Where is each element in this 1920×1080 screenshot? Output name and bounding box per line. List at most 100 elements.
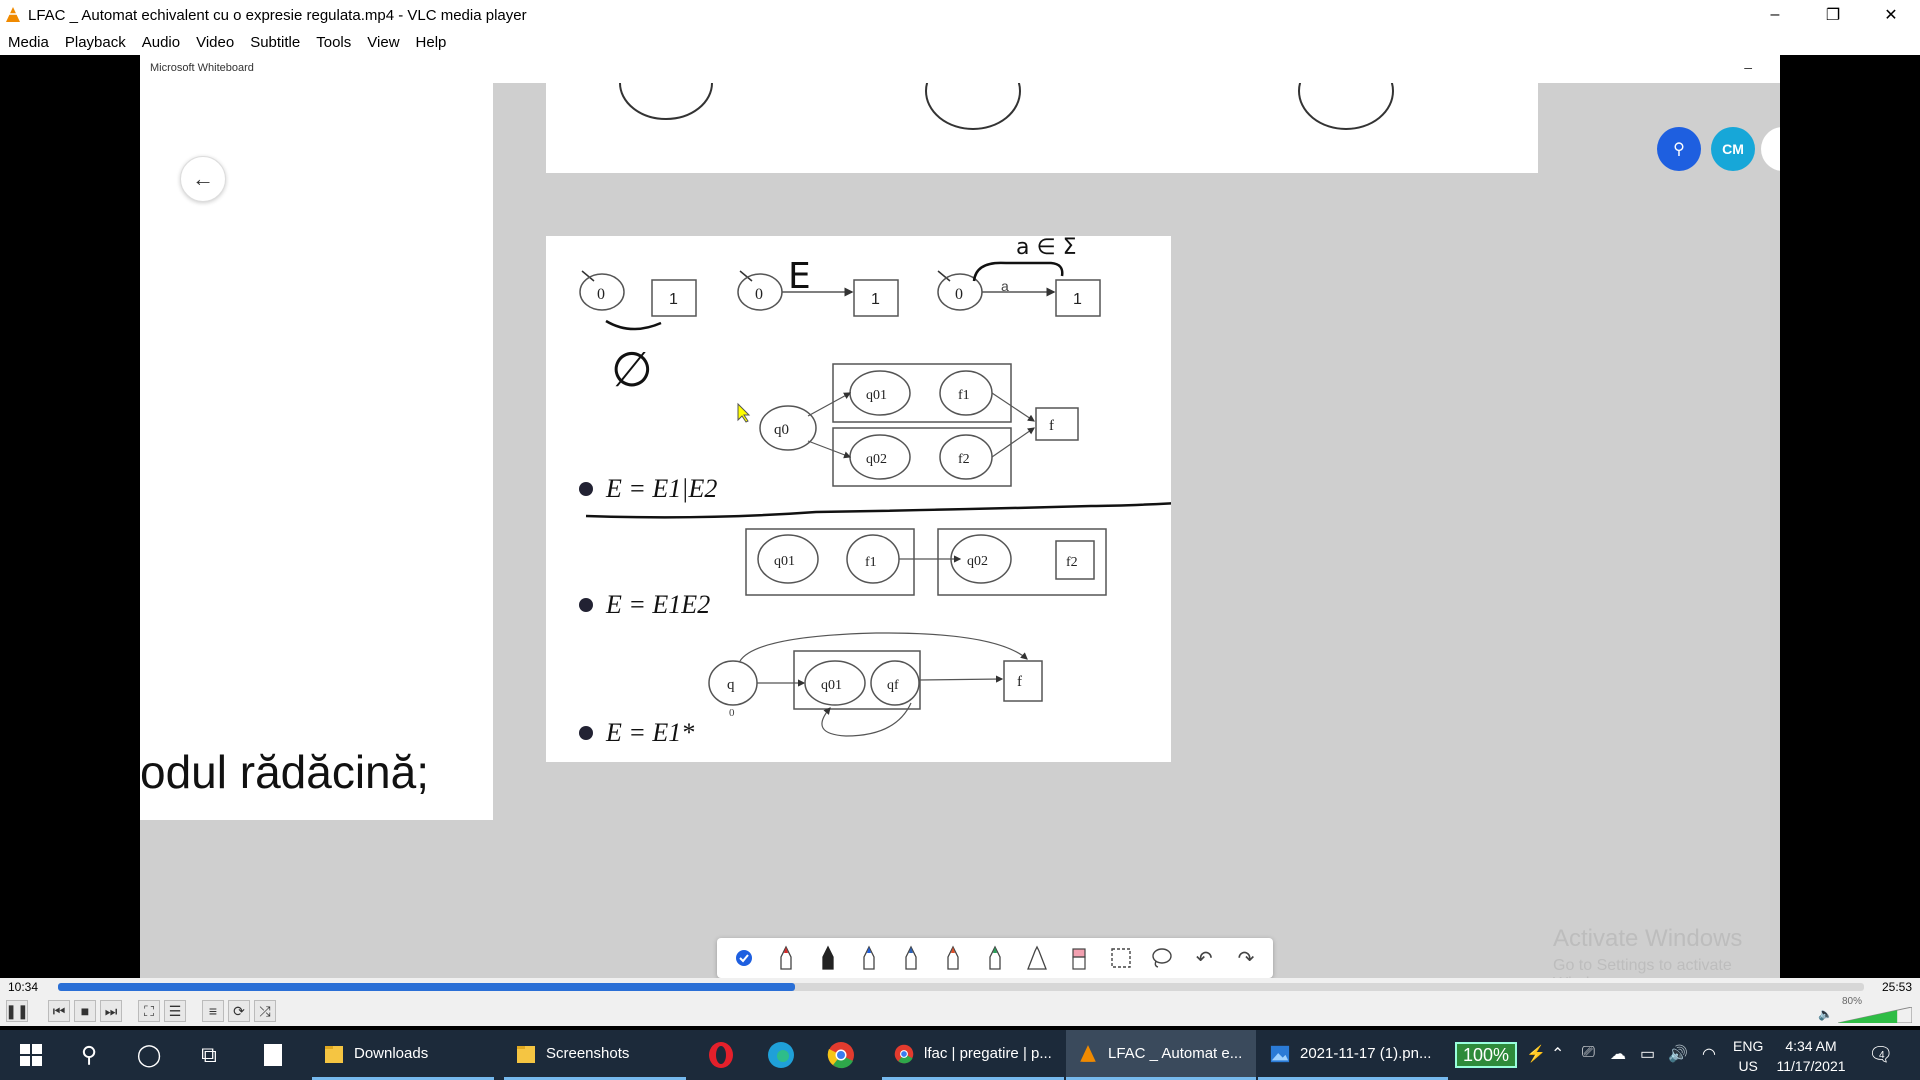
windows-start-icon[interactable]: [16, 1040, 46, 1070]
video-area[interactable]: Microsoft Whiteboard – ← odul rădăcină;: [0, 55, 1920, 978]
avatar-cm: CM: [1711, 127, 1755, 171]
vlc-icon: [6, 7, 20, 22]
menu-media[interactable]: Media: [8, 34, 49, 51]
bullet-2: [579, 598, 593, 612]
slide-text: odul rădăcină;: [140, 746, 429, 798]
plug-icon[interactable]: ⚡: [1526, 1044, 1546, 1064]
speaker-icon[interactable]: 🔈: [1818, 1007, 1833, 1021]
next-button[interactable]: ⏭: [100, 1000, 122, 1022]
redo-icon: ↷: [1237, 947, 1255, 970]
chevron-up-icon[interactable]: ⌃: [1551, 1044, 1564, 1064]
black-pen-icon: [813, 943, 843, 973]
state-1-a-label: 1: [669, 291, 678, 308]
battery-indicator[interactable]: 100%: [1455, 1042, 1517, 1068]
taskbar-app-vlc[interactable]: LFAC _ Automat e...: [1066, 1030, 1256, 1080]
box-star: [793, 650, 921, 710]
chrome-icon[interactable]: [824, 1040, 858, 1070]
volume-label: 80%: [1842, 996, 1863, 1007]
taskbar-app-label: Screenshots: [546, 1045, 630, 1062]
notification-center[interactable]: 🗨 4: [1868, 1042, 1893, 1067]
time-total: 25:53: [1881, 980, 1912, 994]
previous-button[interactable]: ⏮: [48, 1000, 70, 1022]
whiteboard-minimize: –: [1744, 59, 1752, 75]
state-f1-concat-label: f1: [865, 555, 877, 570]
activate-subtitle: Go to Settings to activate Windows.: [1553, 957, 1732, 978]
language-indicator[interactable]: ENG US: [1733, 1036, 1763, 1076]
clock[interactable]: 4:34 AM 11/17/2021: [1775, 1036, 1847, 1076]
taskbar: ⚲ ◯ ⧉ Downloads Screenshots lfac | prega…: [0, 1030, 1920, 1080]
seek-slider[interactable]: [58, 983, 1864, 991]
green-pen-icon: [980, 943, 1010, 973]
bullet-3: [579, 726, 593, 740]
taskbar-app-screenshots[interactable]: Screenshots: [504, 1030, 686, 1080]
meet-now-icon[interactable]: ⎚: [1582, 1044, 1595, 1062]
stop-button[interactable]: ■: [74, 1000, 96, 1022]
handwritten-underline: [585, 500, 1197, 519]
menu-playback[interactable]: Playback: [65, 34, 126, 51]
box-e2: [832, 427, 1012, 487]
taskbar-app-photos[interactable]: 2021-11-17 (1).pn...: [1258, 1030, 1448, 1080]
volume-slider[interactable]: [1838, 1007, 1912, 1023]
state-q-star-label: q: [727, 677, 735, 693]
undo-icon: ↶: [1195, 947, 1213, 970]
search-icon[interactable]: ⚲: [74, 1040, 104, 1070]
close-button[interactable]: ✕: [1862, 0, 1920, 30]
menu-help[interactable]: Help: [416, 34, 447, 51]
taskbar-app-label: LFAC _ Automat e...: [1108, 1045, 1243, 1062]
handwritten-smile: [605, 319, 662, 331]
taskbar-app-label: lfac | pregatire | p...: [924, 1045, 1052, 1062]
menu-audio[interactable]: Audio: [142, 34, 180, 51]
notepad-icon[interactable]: [258, 1040, 288, 1070]
seek-progress: [58, 983, 795, 991]
taskbar-app-label: Downloads: [354, 1045, 429, 1062]
pause-button[interactable]: ❚❚: [5, 1000, 29, 1022]
state-0-b-label: 0: [755, 286, 763, 303]
cortana-icon[interactable]: ◯: [134, 1040, 164, 1070]
menu-tools[interactable]: Tools: [316, 34, 351, 51]
title-bar: LFAC _ Automat echivalent cu o expresie …: [0, 0, 1920, 30]
loop-button[interactable]: ⟳: [228, 1000, 250, 1022]
top-state-3: [1298, 55, 1394, 130]
edge-q-f-bypass: [739, 632, 1028, 662]
edge-f2-f: [991, 427, 1035, 458]
opera-icon[interactable]: [704, 1040, 738, 1070]
whiteboard-header: Microsoft Whiteboard –: [140, 55, 1780, 83]
inking-toolbar: ↶ ↷: [717, 938, 1273, 978]
whiteboard-frame: Microsoft Whiteboard – ← odul rădăcină;: [140, 55, 1780, 978]
menu-bar: Media Playback Audio Video Subtitle Tool…: [0, 30, 1920, 55]
language-code: ENG: [1733, 1038, 1764, 1054]
shuffle-button[interactable]: ⤮: [254, 1000, 276, 1022]
pause-icon: ❚❚: [5, 1002, 29, 1019]
state-q01-star-label: q01: [821, 678, 842, 693]
handwritten-empty-set: ∅: [611, 342, 653, 398]
state-f2-concat-label: f2: [1066, 555, 1078, 570]
volume-icon[interactable]: 🔊: [1668, 1044, 1688, 1064]
notification-count: 4: [1879, 1050, 1885, 1061]
battery-icon[interactable]: ▭: [1640, 1044, 1655, 1064]
wifi-icon[interactable]: ◠: [1702, 1044, 1716, 1064]
playlist-button[interactable]: ≡: [202, 1000, 224, 1022]
state-qf-star-label: qf: [887, 678, 899, 693]
menu-subtitle[interactable]: Subtitle: [250, 34, 300, 51]
taskbar-app-downloads[interactable]: Downloads: [312, 1030, 494, 1080]
edge-f1-f: [991, 392, 1035, 422]
top-states-svg: [619, 55, 1394, 130]
edge-q0-q02: [807, 440, 852, 459]
box-e1: [832, 363, 1012, 423]
person-icon: ⚲: [1673, 141, 1685, 158]
edge-icon[interactable]: [764, 1040, 798, 1070]
fullscreen-button[interactable]: ⛶: [138, 1000, 160, 1022]
menu-view[interactable]: View: [367, 34, 399, 51]
edge-qf-f: [919, 675, 1004, 683]
edge-q0-q01: [807, 392, 852, 417]
maximize-button[interactable]: ❐: [1804, 0, 1862, 30]
previous-icon: ⏮: [52, 1002, 66, 1019]
state-1-c-label: 1: [1073, 291, 1082, 308]
extended-settings-button[interactable]: ☰: [164, 1000, 186, 1022]
menu-video[interactable]: Video: [196, 34, 234, 51]
taskbar-app-chrome-lfac[interactable]: lfac | pregatire | p...: [882, 1030, 1064, 1080]
task-view-icon[interactable]: ⧉: [194, 1040, 224, 1070]
minimize-button[interactable]: –: [1746, 0, 1804, 30]
onedrive-icon[interactable]: ☁: [1610, 1044, 1626, 1064]
top-state-2: [925, 55, 1021, 130]
